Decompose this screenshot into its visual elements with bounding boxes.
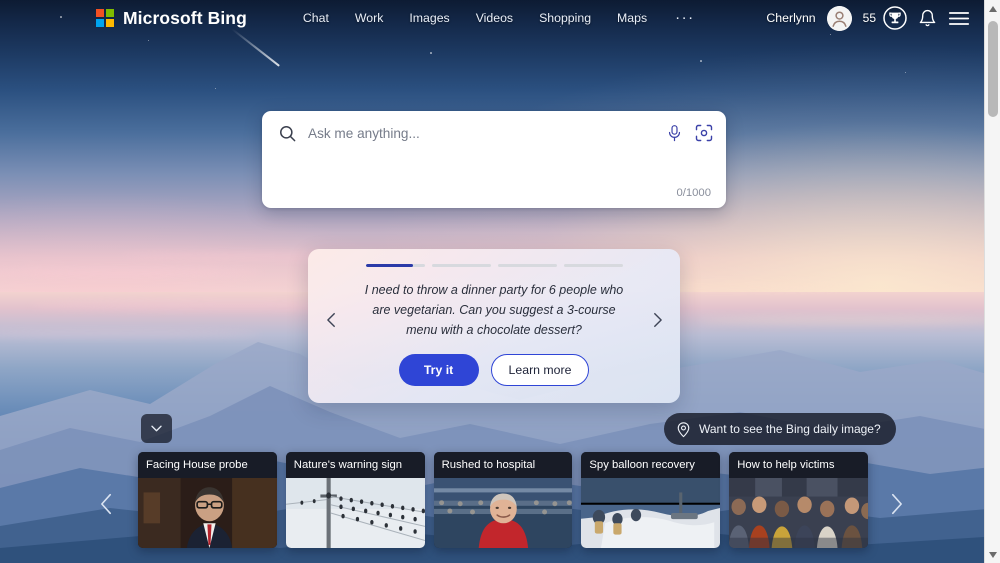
bing-daily-image-button[interactable]: Want to see the Bing daily image? <box>664 413 896 445</box>
news-card-title: Nature's warning sign <box>285 452 425 478</box>
search-box[interactable]: 0/1000 <box>262 111 726 208</box>
news-card-thumbnail <box>581 478 721 548</box>
news-next-button[interactable] <box>881 487 911 521</box>
news-carousel: Facing House probe Nature's warning sign… <box>138 452 868 548</box>
nav-more-icon[interactable]: ··· <box>675 10 695 25</box>
nav-videos[interactable]: Videos <box>476 11 513 25</box>
news-card-title: Rushed to hospital <box>433 452 573 478</box>
user-avatar-icon <box>826 5 852 31</box>
nav-work[interactable]: Work <box>355 11 383 25</box>
user-name-label[interactable]: Cherlynn <box>766 11 815 25</box>
news-card-title: How to help victims <box>729 452 868 478</box>
star-icon <box>430 52 432 54</box>
nav-shopping[interactable]: Shopping <box>539 11 591 25</box>
character-counter: 0/1000 <box>676 187 711 199</box>
news-card-spy-balloon-recovery[interactable]: Spy balloon recovery <box>581 452 721 548</box>
carousel-prev-button[interactable] <box>320 309 342 331</box>
notifications-button[interactable] <box>918 9 937 28</box>
nav-maps[interactable]: Maps <box>617 11 647 25</box>
microphone-icon[interactable] <box>666 124 683 143</box>
news-card-rushed-to-hospital[interactable]: Rushed to hospital <box>433 452 573 548</box>
news-card-natures-warning-sign[interactable]: Nature's warning sign <box>285 452 425 548</box>
avatar[interactable] <box>826 5 852 31</box>
search-row <box>262 111 726 155</box>
visual-search-camera-icon[interactable] <box>694 123 714 143</box>
news-card-thumbnail <box>285 478 425 548</box>
rewards-points: 55 <box>862 11 876 25</box>
carousel-next-button[interactable] <box>646 309 668 331</box>
news-card-title: Facing House probe <box>138 452 277 478</box>
learn-more-button[interactable]: Learn more <box>490 353 590 386</box>
chevron-left-icon <box>100 493 111 515</box>
header-actions: Cherlynn 55 <box>766 5 970 31</box>
thumbnail-image <box>581 478 721 548</box>
star-icon <box>700 60 702 62</box>
prompt-suggestion-card: I need to throw a dinner party for 6 peo… <box>308 249 680 403</box>
scroll-up-arrow-icon <box>989 5 997 12</box>
news-prev-button[interactable] <box>91 487 121 521</box>
search-actions <box>666 123 714 143</box>
suggestion-buttons: Try it Learn more <box>398 353 590 386</box>
search-icon[interactable] <box>278 124 297 143</box>
nav-images[interactable]: Images <box>409 11 449 25</box>
scroll-up-button[interactable] <box>985 0 1000 17</box>
scrollbar-track[interactable] <box>985 17 1000 546</box>
search-input[interactable] <box>308 125 666 141</box>
location-pin-icon <box>677 421 690 437</box>
bing-logo-link[interactable]: Microsoft Bing <box>96 8 247 29</box>
bing-homepage: Microsoft Bing Chat Work Images Videos S… <box>0 0 1000 563</box>
hamburger-menu-icon <box>948 11 970 25</box>
thumbnail-image <box>285 478 425 548</box>
try-it-button[interactable]: Try it <box>398 353 479 386</box>
microsoft-logo-icon <box>96 9 114 27</box>
main-nav: Chat Work Images Videos Shopping Maps ··… <box>303 10 695 25</box>
scrollbar-thumb[interactable] <box>988 21 998 117</box>
news-card-thumbnail <box>433 478 573 548</box>
trophy-icon <box>883 6 907 30</box>
suggestion-body: I need to throw a dinner party for 6 peo… <box>308 267 680 403</box>
news-card-thumbnail <box>729 478 868 548</box>
thumbnail-image <box>729 478 868 548</box>
nav-chat[interactable]: Chat <box>303 11 329 25</box>
chevron-right-icon <box>653 313 662 328</box>
news-card-facing-house-probe[interactable]: Facing House probe <box>138 452 277 548</box>
page-scrollbar[interactable] <box>984 0 1000 563</box>
suggestion-prompt-text: I need to throw a dinner party for 6 peo… <box>364 283 624 337</box>
thumbnail-image <box>433 478 573 548</box>
news-card-thumbnail <box>138 478 277 548</box>
chevron-down-icon <box>151 425 162 432</box>
daily-image-label: Want to see the Bing daily image? <box>699 422 881 436</box>
collapse-feed-button[interactable] <box>141 414 172 443</box>
bell-icon <box>919 9 936 26</box>
news-card-how-to-help-victims[interactable]: How to help victims <box>729 452 868 548</box>
scroll-down-arrow-icon <box>989 551 997 558</box>
thumbnail-image <box>138 478 277 548</box>
brand-title: Microsoft Bing <box>123 7 247 28</box>
hamburger-menu-button[interactable] <box>948 9 970 28</box>
news-card-title: Spy balloon recovery <box>581 452 721 478</box>
top-navigation-bar: Microsoft Bing Chat Work Images Videos S… <box>0 0 984 36</box>
rewards-button[interactable]: 55 <box>863 6 907 30</box>
chevron-left-icon <box>326 313 335 328</box>
scroll-down-button[interactable] <box>985 546 1000 563</box>
chevron-right-icon <box>891 493 902 515</box>
